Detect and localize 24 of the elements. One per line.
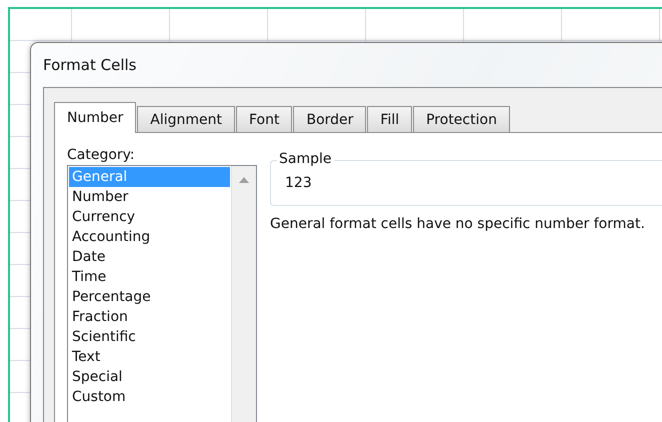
tab[interactable]: Alignment	[137, 106, 235, 132]
list-item[interactable]: Special	[69, 367, 230, 387]
list-item[interactable]: Fraction	[69, 307, 230, 327]
scroll-up-icon[interactable]	[239, 177, 249, 183]
list-item[interactable]: Custom	[69, 387, 230, 407]
tab[interactable]: Fill	[367, 106, 412, 132]
category-label: Category:	[67, 147, 136, 163]
list-item[interactable]: Date	[69, 247, 230, 267]
window-title: Format Cells	[43, 56, 138, 76]
scrollbar[interactable]	[231, 166, 256, 422]
list-item[interactable]: Scientific	[69, 327, 230, 347]
list-item[interactable]: Percentage	[69, 287, 230, 307]
tab[interactable]: Number	[54, 102, 136, 133]
tab[interactable]: Border	[293, 106, 366, 132]
list-item[interactable]: Text	[69, 347, 230, 367]
sample-label: Sample	[277, 151, 334, 167]
tab[interactable]: Protection	[413, 106, 510, 132]
list-item[interactable]: Accounting	[69, 227, 230, 247]
list-item[interactable]: Number	[69, 187, 230, 207]
list-item[interactable]: Time	[69, 267, 230, 287]
list-item[interactable]: Currency	[69, 207, 230, 227]
description-text: General format cells have no specific number format.	[270, 216, 646, 232]
sample-value: 123	[285, 175, 312, 191]
tab[interactable]: Font	[236, 106, 292, 132]
